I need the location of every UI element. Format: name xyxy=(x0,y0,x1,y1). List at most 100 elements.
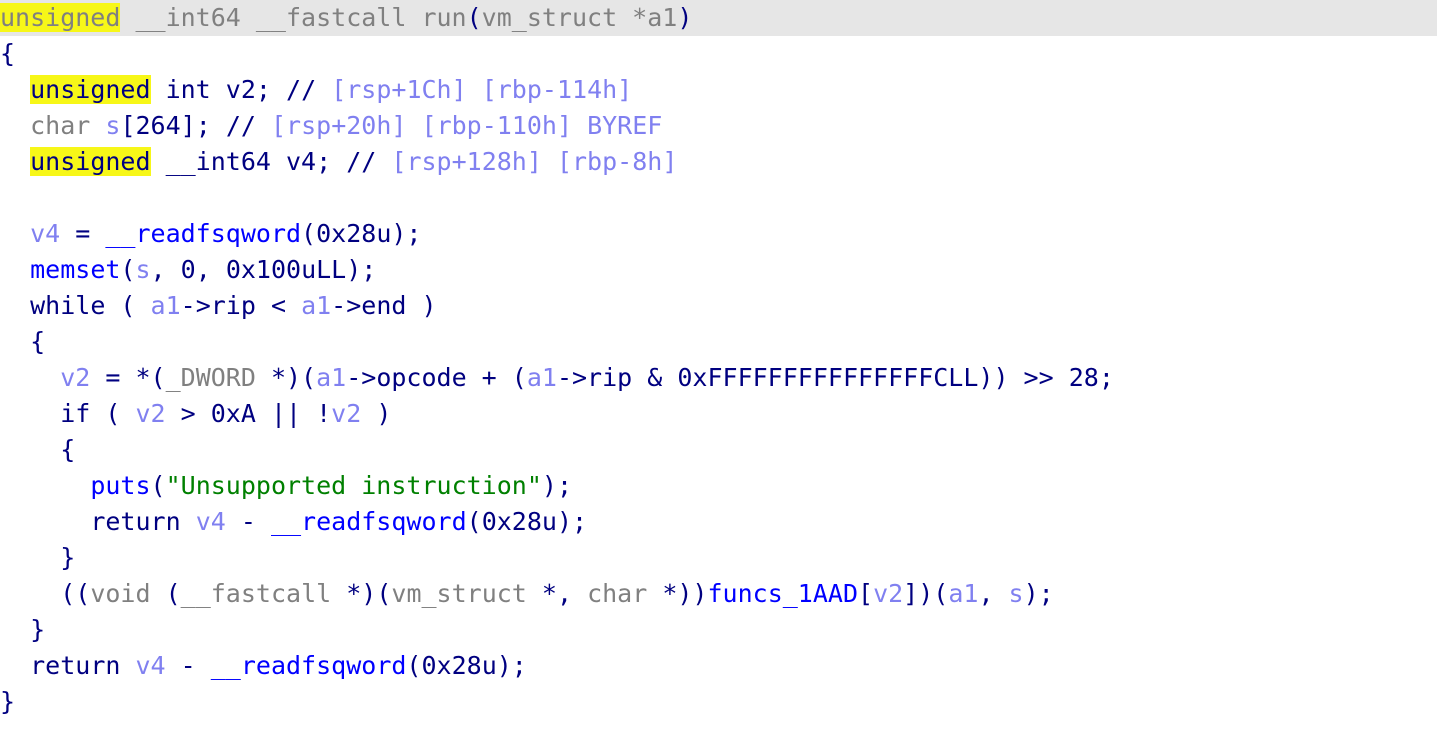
code-token: , xyxy=(150,255,181,284)
code-token: vm_struct *a1 xyxy=(481,3,678,32)
code-token: ( xyxy=(466,507,482,536)
code-token: a1 xyxy=(948,579,979,608)
code-token: __int64 xyxy=(150,147,286,176)
code-token: // xyxy=(346,147,377,176)
code-token: 0x100uLL xyxy=(225,255,347,284)
code-token: a1 xyxy=(526,363,557,392)
code-token: > xyxy=(165,399,211,428)
code-token: *)( xyxy=(270,363,317,392)
code-token: v2 xyxy=(873,579,904,608)
code-line[interactable]: return v4 - __readfsqword(0x28u); xyxy=(0,648,1437,684)
code-line[interactable]: unsigned __int64 __fastcall run(vm_struc… xyxy=(0,0,1437,36)
code-token: v2 xyxy=(225,75,256,104)
code-token: ); xyxy=(496,651,527,680)
code-line[interactable]: } xyxy=(0,612,1437,648)
code-token: [ xyxy=(120,111,136,140)
code-line[interactable]: return v4 - __readfsqword(0x28u); xyxy=(0,504,1437,540)
code-token: __readfsqword xyxy=(105,219,302,248)
code-line[interactable]: } xyxy=(0,684,1437,720)
code-token: ) xyxy=(361,399,392,428)
code-token: )) >> xyxy=(978,363,1069,392)
code-token: *, xyxy=(541,579,588,608)
code-token: 0x28u xyxy=(421,651,497,680)
code-token: ->rip < xyxy=(180,291,302,320)
code-token: "Unsupported instruction" xyxy=(165,471,542,500)
code-line[interactable]: memset(s, 0, 0x100uLL); xyxy=(0,252,1437,288)
code-token: ; xyxy=(1098,363,1114,392)
code-token: ( xyxy=(90,399,136,428)
code-token: ( xyxy=(105,291,151,320)
code-token: } xyxy=(0,687,16,716)
code-token: memset xyxy=(30,255,121,284)
code-line[interactable]: unsigned int v2; // [rsp+1Ch] [rbp-114h] xyxy=(0,72,1437,108)
code-token: a1 xyxy=(150,291,181,320)
code-token: (( xyxy=(60,579,91,608)
code-token: ; xyxy=(195,111,211,140)
code-token: 0 xyxy=(180,255,196,284)
code-line[interactable]: { xyxy=(0,432,1437,468)
code-line[interactable]: unsigned __int64 v4; // [rsp+128h] [rbp-… xyxy=(0,144,1437,180)
code-token: [ xyxy=(858,579,874,608)
code-token: ( xyxy=(406,651,422,680)
code-line[interactable]: while ( a1->rip < a1->end ) xyxy=(0,288,1437,324)
code-token: ( xyxy=(150,471,166,500)
code-line[interactable]: if ( v2 > 0xA || !v2 ) xyxy=(0,396,1437,432)
code-line[interactable]: } xyxy=(0,540,1437,576)
code-line[interactable]: char s[264]; // [rsp+20h] [rbp-110h] BYR… xyxy=(0,108,1437,144)
code-token: - xyxy=(165,651,211,680)
code-token: - xyxy=(225,507,271,536)
code-token: *)) xyxy=(662,579,708,608)
code-line[interactable] xyxy=(0,180,1437,216)
code-token: 28 xyxy=(1068,363,1099,392)
code-token: v4 xyxy=(286,147,317,176)
code-line[interactable]: v4 = __readfsqword(0x28u); xyxy=(0,216,1437,252)
code-token: return xyxy=(90,507,181,536)
code-token: v4 xyxy=(135,651,166,680)
code-token: = *( xyxy=(90,363,166,392)
code-token: ) xyxy=(677,3,693,32)
code-token: ->end ) xyxy=(331,291,437,320)
code-token: // xyxy=(286,75,317,104)
code-token: puts xyxy=(90,471,151,500)
code-token: [rsp+20h] [rbp-110h] BYREF xyxy=(255,111,663,140)
code-line[interactable]: { xyxy=(0,36,1437,72)
code-token: void xyxy=(90,579,166,608)
code-token: ])( xyxy=(903,579,949,608)
code-token: s xyxy=(105,111,121,140)
code-line[interactable]: puts("Unsupported instruction"); xyxy=(0,468,1437,504)
code-token: ( xyxy=(165,579,181,608)
code-token: __readfsqword xyxy=(210,651,407,680)
code-token: __readfsqword xyxy=(270,507,467,536)
code-token: ( xyxy=(466,3,482,32)
code-token: v4 xyxy=(30,219,61,248)
code-line[interactable]: ((void (__fastcall *)(vm_struct *, char … xyxy=(0,576,1437,612)
code-token: v2 xyxy=(331,399,362,428)
code-token: v4 xyxy=(195,507,226,536)
code-token: 0x28u xyxy=(481,507,557,536)
code-token: return xyxy=(30,651,121,680)
pseudocode-view[interactable]: unsigned __int64 __fastcall run(vm_struc… xyxy=(0,0,1437,748)
code-token: || ! xyxy=(255,399,332,428)
code-token: 0xA xyxy=(210,399,256,428)
code-token: if xyxy=(60,399,91,428)
code-token: funcs_1AAD xyxy=(707,579,858,608)
highlighted-token: unsigned xyxy=(0,3,121,32)
code-token: ); xyxy=(541,471,572,500)
code-token: ); xyxy=(556,507,588,536)
code-token: } xyxy=(0,615,46,644)
code-token: { xyxy=(0,327,46,356)
code-line[interactable]: { xyxy=(0,324,1437,360)
code-token: [rsp+128h] [rbp-8h] xyxy=(376,147,678,176)
code-token: ( xyxy=(120,255,136,284)
code-token: ); xyxy=(1023,579,1054,608)
code-line[interactable]: v2 = *(_DWORD *)(a1->opcode + (a1->rip &… xyxy=(0,360,1437,396)
